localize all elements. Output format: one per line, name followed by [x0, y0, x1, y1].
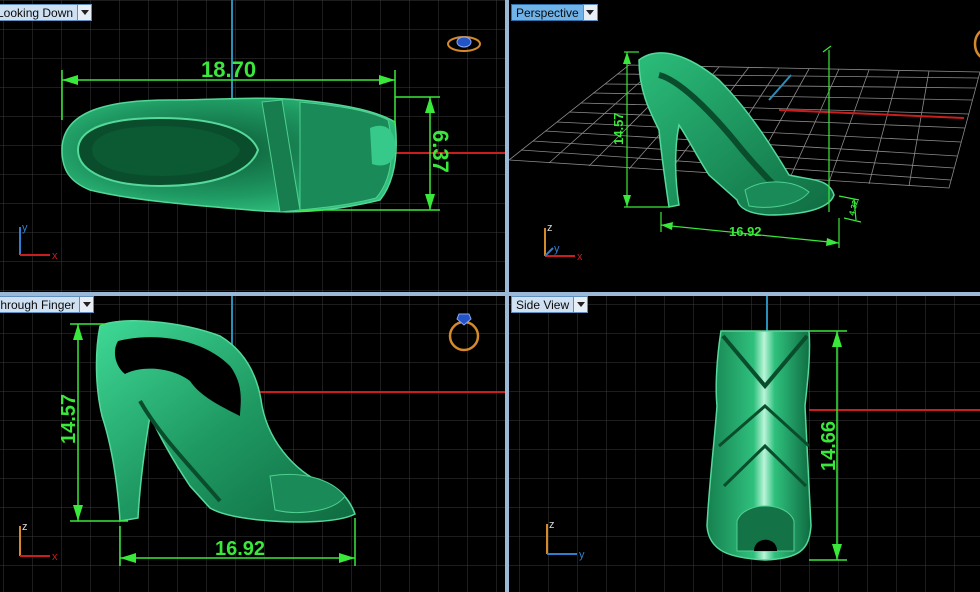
axis-label-z: z: [547, 222, 553, 234]
dimension-height: 14.66: [818, 421, 840, 471]
axis-label-x: x: [52, 551, 58, 563]
viewport-title: Through Finger: [0, 296, 80, 313]
axis-label-y: y: [579, 549, 585, 561]
dimension-length: 16.92: [215, 538, 265, 560]
ring-view-icon[interactable]: [973, 30, 980, 58]
viewport-front[interactable]: Through Finger 14.57 16.92 z x: [0, 296, 505, 592]
dimension-height: 14.57: [611, 112, 626, 145]
viewport-menu-icon[interactable]: [573, 296, 589, 313]
viewport-menu-icon[interactable]: [582, 4, 598, 21]
axis-triad-icon: z y x: [544, 222, 583, 263]
viewport-front-scene: 14.57 16.92 z x: [0, 296, 505, 592]
dimension-width: 4.32: [847, 199, 860, 217]
viewport-tab-perspective[interactable]: Perspective: [511, 4, 598, 21]
viewport-top-scene: 18.70 6.37 y x: [0, 0, 505, 292]
axis-label-x: x: [52, 250, 58, 262]
dimension-length: 18.70: [201, 57, 256, 82]
viewport-perspective-scene: 14.57 16.92 4.32 z y x: [509, 30, 980, 263]
viewport-side-scene: 14.66 z y: [509, 296, 980, 592]
viewport-title: Perspective: [511, 4, 583, 21]
viewport-side[interactable]: Side View 14.66 z y: [509, 296, 980, 592]
axis-label-x: x: [577, 251, 583, 263]
axis-label-y: y: [554, 243, 560, 255]
axis-label-y: y: [22, 222, 28, 234]
dimension-length: 16.92: [729, 224, 762, 239]
dimension-width: 6.37: [428, 130, 453, 173]
viewport-title: Side View: [511, 296, 574, 313]
viewport-menu-icon[interactable]: [79, 296, 95, 313]
viewport-tab-side[interactable]: Side View: [511, 296, 589, 313]
viewport-tab-top[interactable]: Looking Down: [0, 4, 93, 21]
viewport-top[interactable]: Looking Down 18.70 6.37 y x: [0, 0, 505, 292]
viewport-tab-front[interactable]: Through Finger: [0, 296, 95, 313]
viewport-perspective[interactable]: Perspective 14.57 16.92 4.32 z y x: [509, 0, 980, 292]
viewport-title: Looking Down: [0, 4, 78, 21]
viewport-menu-icon[interactable]: [77, 4, 93, 21]
dimension-height: 14.57: [58, 394, 80, 444]
axis-label-z: z: [22, 521, 28, 533]
axis-label-z: z: [549, 519, 555, 531]
